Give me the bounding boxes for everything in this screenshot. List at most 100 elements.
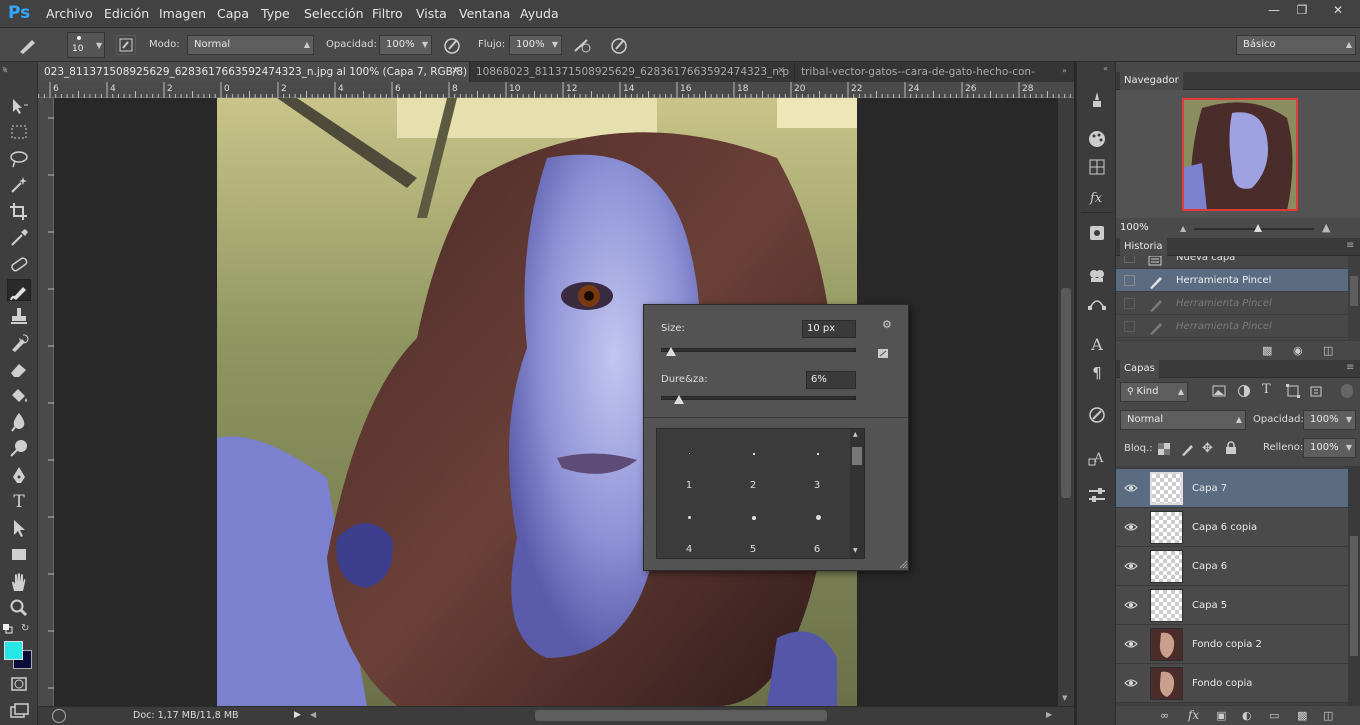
collapse-left-icon[interactable]: « xyxy=(3,66,8,75)
navigator-view-box[interactable] xyxy=(1182,98,1298,211)
resize-grip-icon[interactable] xyxy=(898,559,908,569)
tab-tribal-document[interactable]: tribal-vector-gatos--cara-de-gato-hecho-… xyxy=(794,62,1064,82)
visibility-eye-icon[interactable] xyxy=(1124,520,1138,534)
preset-size-1[interactable]: 1 xyxy=(659,480,719,491)
zoom-tool-icon[interactable] xyxy=(7,597,31,619)
snapshot-checkbox[interactable] xyxy=(1124,275,1135,286)
paragraph-icon[interactable]: ¶ xyxy=(1085,362,1109,384)
gear-icon[interactable]: ⚙ xyxy=(882,318,892,331)
paint-bucket-tool-icon[interactable] xyxy=(7,384,31,406)
visibility-eye-icon[interactable] xyxy=(1124,637,1138,651)
move-tool-icon[interactable] xyxy=(7,95,31,117)
size-slider[interactable] xyxy=(661,347,856,356)
tab-overflow-icon[interactable]: » xyxy=(1062,66,1067,75)
preset-size-6[interactable]: 6 xyxy=(787,544,847,555)
hardness-input[interactable]: 6% xyxy=(806,371,856,389)
menu-capa[interactable]: Capa xyxy=(217,6,249,21)
tab-active-document[interactable]: 023_811371508925629_6283617663592474323_… xyxy=(38,62,469,82)
layer-filter-select[interactable]: ⚲ Kind ▲ xyxy=(1120,382,1188,402)
pressure-size-icon[interactable] xyxy=(608,35,630,55)
airbrush-icon[interactable] xyxy=(571,35,593,55)
preset-size-2[interactable]: 2 xyxy=(723,480,783,491)
brush-panel-toggle-icon[interactable] xyxy=(116,35,136,55)
quick-mask-icon[interactable] xyxy=(7,673,31,695)
layer-row[interactable]: Capa 7 xyxy=(1116,469,1348,508)
layer-row[interactable]: Capa 6 xyxy=(1116,547,1348,586)
tool-presets-icon[interactable] xyxy=(1085,88,1109,110)
character-icon[interactable]: A xyxy=(1085,334,1109,356)
navigator-thumbnail[interactable] xyxy=(1182,98,1298,211)
layer-row[interactable]: Capa 6 copia xyxy=(1116,508,1348,547)
trash-icon[interactable]: ◫ xyxy=(1323,344,1333,357)
status-arrow-icon[interactable]: ▶ xyxy=(294,710,301,720)
preset-scrollbar[interactable]: ▲ ▼ xyxy=(850,429,864,558)
link-layers-icon[interactable]: ∞ xyxy=(1160,709,1169,722)
new-preset-icon[interactable] xyxy=(878,349,890,359)
hardness-slider-knob[interactable] xyxy=(673,395,684,404)
filter-shape-icon[interactable] xyxy=(1286,384,1300,398)
paths-icon[interactable] xyxy=(1085,292,1109,314)
crop-tool-icon[interactable] xyxy=(7,200,31,222)
character-styles-icon[interactable]: A xyxy=(1085,446,1109,468)
scrollbar-thumb[interactable] xyxy=(1350,276,1358,306)
snapshot-checkbox[interactable] xyxy=(1124,256,1135,263)
blend-mode-select[interactable]: Normal ▲ xyxy=(1120,410,1246,430)
swap-colors-icon[interactable]: ↻ xyxy=(21,623,29,634)
lock-position-icon[interactable]: ✥ xyxy=(1202,441,1213,456)
layers-scrollbar[interactable] xyxy=(1348,466,1360,705)
visibility-eye-icon[interactable] xyxy=(1124,481,1138,495)
foreground-color-swatch[interactable] xyxy=(4,641,23,660)
menu-vista[interactable]: Vista xyxy=(416,6,447,21)
menu-ventana[interactable]: Ventana xyxy=(459,6,510,21)
layer-row[interactable]: Fondo copia 2 xyxy=(1116,625,1348,664)
layer-style-icon[interactable]: fx xyxy=(1188,708,1199,722)
navigator-tab[interactable]: Navegador xyxy=(1120,72,1183,90)
visibility-eye-icon[interactable] xyxy=(1124,559,1138,573)
layer-row[interactable]: Capa 5 xyxy=(1116,586,1348,625)
brush-presets-icon[interactable] xyxy=(1085,264,1109,286)
eyedropper-tool-icon[interactable] xyxy=(7,226,31,248)
camera-icon[interactable]: ◉ xyxy=(1293,344,1303,357)
status-menu-icon[interactable] xyxy=(52,709,66,723)
menu-ayuda[interactable]: Ayuda xyxy=(520,6,559,21)
panel-menu-icon[interactable]: ≡ xyxy=(1346,362,1354,373)
scrollbar-thumb[interactable] xyxy=(852,447,862,465)
opacity-input[interactable]: 100% ▼ xyxy=(379,35,432,55)
brush-tool-preset-icon[interactable] xyxy=(16,34,49,56)
flow-input[interactable]: 100% ▼ xyxy=(509,35,562,55)
swatches-icon[interactable] xyxy=(1085,156,1109,178)
eraser-tool-icon[interactable] xyxy=(7,358,31,380)
close-icon[interactable]: ✕ xyxy=(1327,2,1349,18)
layer-opacity-input[interactable]: 100% ▼ xyxy=(1303,410,1356,430)
dodge-tool-icon[interactable] xyxy=(7,437,31,459)
zoom-slider-knob[interactable] xyxy=(1254,224,1262,232)
tab-close-icon[interactable]: × xyxy=(451,65,459,76)
layer-row[interactable]: Fondo copia xyxy=(1116,664,1348,703)
snapshot-checkbox[interactable] xyxy=(1124,298,1135,309)
adjustment-layer-icon[interactable]: ◐ xyxy=(1242,709,1252,722)
history-brush-tool-icon[interactable] xyxy=(7,332,31,354)
healing-brush-tool-icon[interactable] xyxy=(7,253,31,275)
screen-mode-icon[interactable] xyxy=(7,700,31,722)
fill-input[interactable]: 100% ▼ xyxy=(1303,438,1356,458)
brush-tool-icon[interactable] xyxy=(7,279,31,301)
lock-transparent-icon[interactable] xyxy=(1158,443,1170,455)
magic-wand-tool-icon[interactable] xyxy=(7,174,31,196)
brush-picker-button[interactable]: 10 ▼ xyxy=(67,32,105,58)
adjustments-icon[interactable] xyxy=(1085,222,1109,244)
scroll-left-icon[interactable]: ◀ xyxy=(310,710,316,719)
styles-icon[interactable]: fx xyxy=(1085,184,1109,206)
preset-size-4[interactable]: 4 xyxy=(659,544,719,555)
lock-all-icon[interactable] xyxy=(1225,441,1237,455)
color-palette-icon[interactable] xyxy=(1085,128,1109,150)
new-document-from-state-icon[interactable]: ▩ xyxy=(1262,344,1272,357)
history-item[interactable]: Nueva capa xyxy=(1116,256,1348,269)
scrollbar-thumb[interactable] xyxy=(1061,288,1071,498)
brush-preset-list[interactable]: 1 2 3 4 5 6 ▲ ▼ xyxy=(656,428,865,559)
new-group-icon[interactable]: ▭ xyxy=(1269,709,1279,722)
size-slider-knob[interactable] xyxy=(665,347,676,356)
type-tool-icon[interactable]: T xyxy=(7,491,31,513)
properties-icon[interactable] xyxy=(1085,484,1109,506)
lock-pixels-icon[interactable] xyxy=(1180,441,1196,457)
preset-size-5[interactable]: 5 xyxy=(723,544,783,555)
